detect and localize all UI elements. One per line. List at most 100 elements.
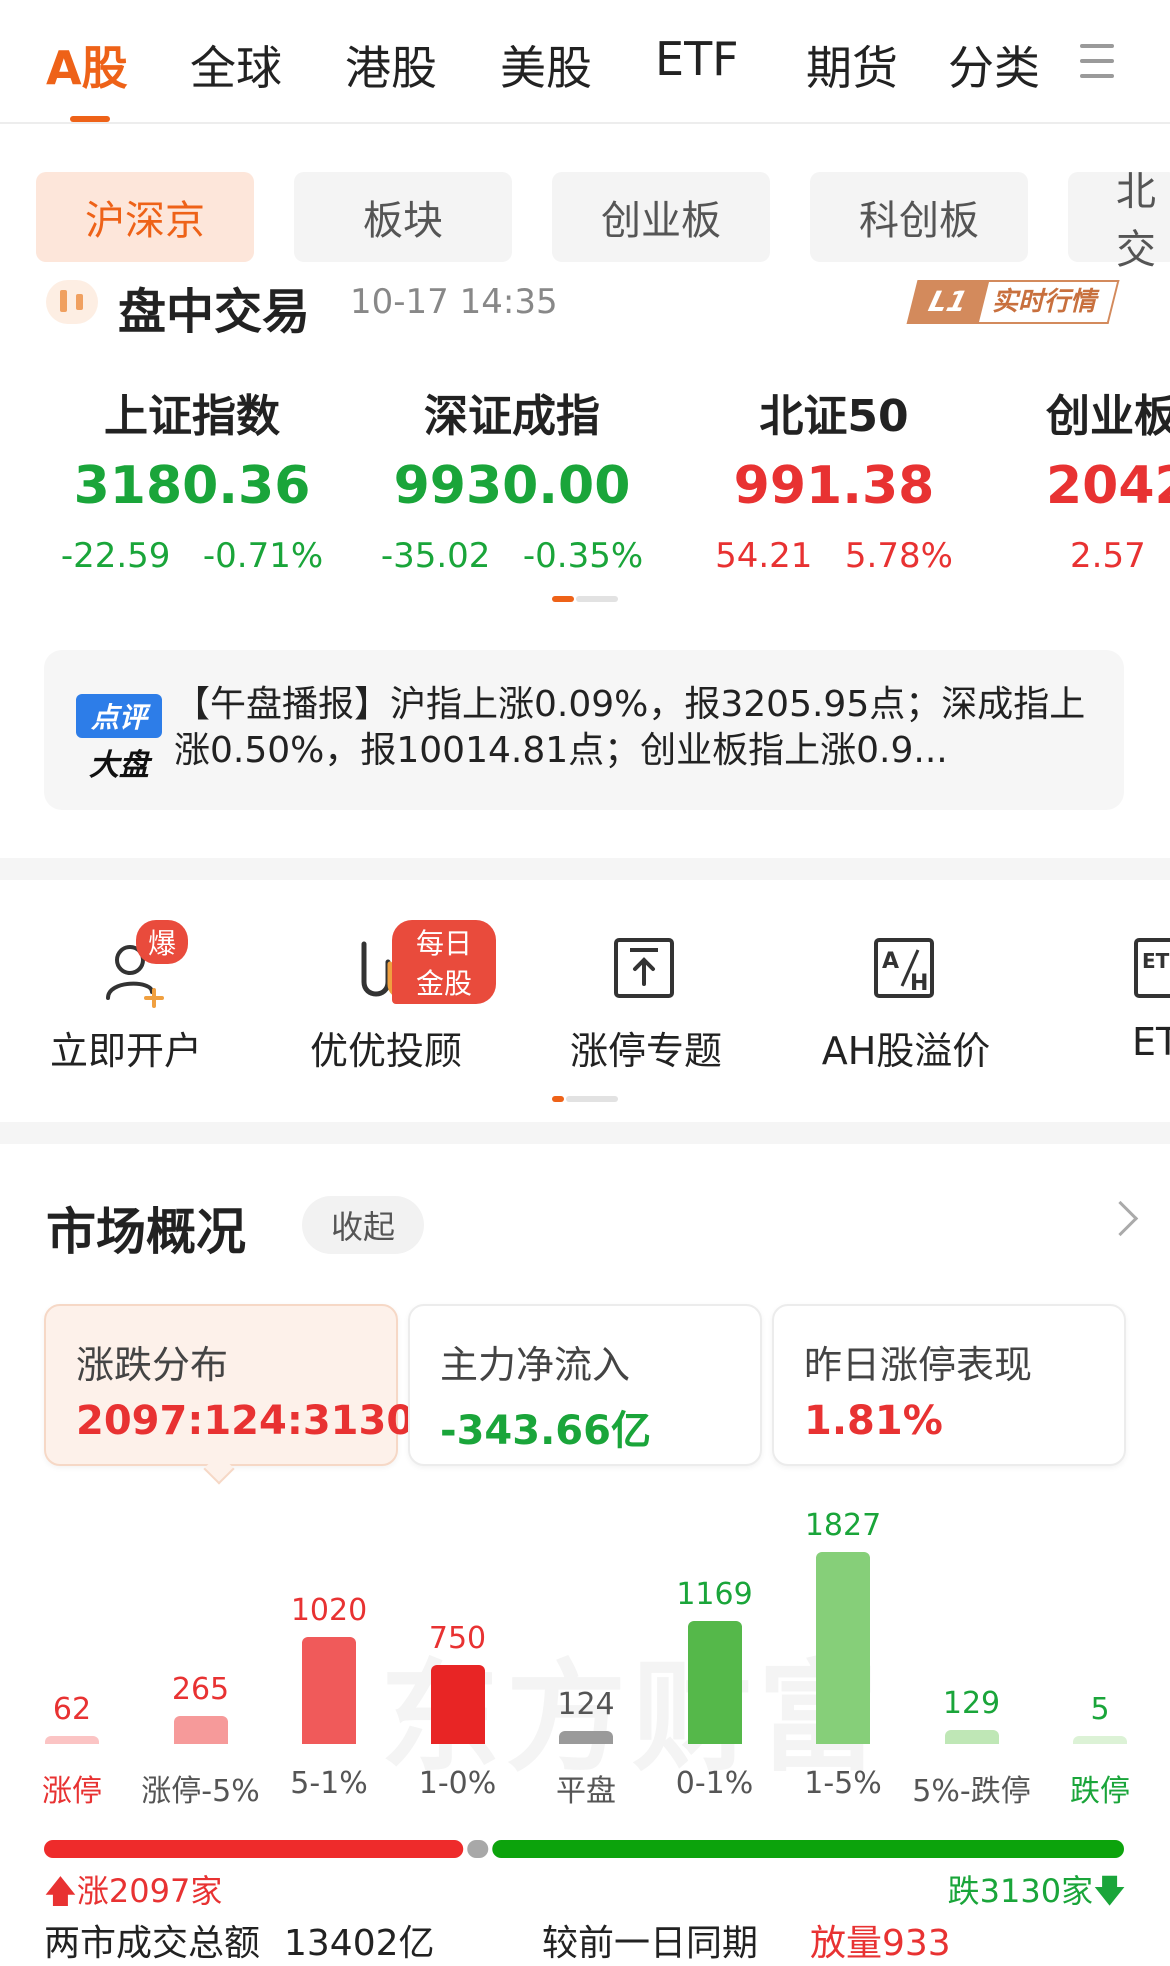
bar-value-label: 750 xyxy=(428,1621,487,1657)
index-card-szse[interactable]: 深证成指 9930.00 -35.02 -0.35% xyxy=(362,380,662,576)
bar-category-label: 涨停-5% xyxy=(141,1774,260,1809)
etf-icon: ET xyxy=(1134,938,1170,998)
tab-etf[interactable]: ETF xyxy=(655,32,739,86)
bar-value-label: 1020 xyxy=(290,1592,368,1628)
shortcut-page-dot-active xyxy=(552,1096,564,1102)
bar-category-label: 1-5% xyxy=(804,1766,882,1801)
compare-label: 较前一日同期 xyxy=(542,1923,759,1964)
bar-2 xyxy=(302,1636,356,1744)
realtime-label: 实时行情 xyxy=(974,280,1120,324)
shortcut-etf[interactable]: ET ET xyxy=(1120,920,1170,1064)
shortcut-label: 立即开户 xyxy=(49,1029,202,1073)
bar-category-label: 5%-跌停 xyxy=(912,1774,1031,1809)
tab-futures[interactable]: 期货 xyxy=(806,32,898,98)
bar-0 xyxy=(45,1736,99,1744)
shortcut-advisor[interactable]: 每日金股 优优投顾 xyxy=(276,920,496,1075)
rise-segment xyxy=(44,1840,464,1858)
tab-us-shares[interactable]: 美股 xyxy=(500,32,592,98)
index-name: 创业板 xyxy=(1046,391,1170,442)
svg-text:ET: ET xyxy=(1142,949,1170,973)
tab-global[interactable]: 全球 xyxy=(190,32,282,98)
menu-icon[interactable] xyxy=(1080,44,1114,89)
card-title: 昨日涨停表现 xyxy=(804,1343,1033,1387)
fall-count: 跌3130家🡇 xyxy=(947,1872,1126,1910)
fall-segment xyxy=(492,1840,1124,1858)
l1-realtime-badge[interactable]: L1 实时行情 xyxy=(906,280,1122,324)
section-divider xyxy=(0,858,1170,880)
subtab-sectors[interactable]: 板块 xyxy=(294,172,512,262)
bar-value-label: 5 xyxy=(1090,1692,1110,1727)
card-value: -343.66亿 xyxy=(440,1408,651,1454)
arrow-up-icon: 🡅 xyxy=(44,1872,77,1910)
bar-category-label: 0-1% xyxy=(675,1766,754,1801)
bar-value-label: 1827 xyxy=(804,1508,882,1543)
bar-category-label: 平盘 xyxy=(556,1774,616,1809)
card-rise-fall-distribution[interactable]: 涨跌分布 2097:124:3130 xyxy=(44,1304,414,1466)
collapse-button[interactable]: 收起 xyxy=(302,1196,424,1254)
compare-value: 放量933 xyxy=(810,1923,951,1964)
section-divider xyxy=(0,1122,1170,1144)
news-text: 【午盘播报】沪指上涨0.09%，报3205.95点；深成指上涨0.50%，报10… xyxy=(174,684,1086,771)
carousel-dot xyxy=(576,596,618,602)
index-change: 54.21 5.78% xyxy=(715,536,953,576)
bar-category-label: 涨停 xyxy=(42,1774,102,1809)
index-card-bse50[interactable]: 北证50 991.38 54.21 5.78% xyxy=(684,380,984,576)
bar-value-label: 129 xyxy=(942,1686,1001,1722)
bar-value-label: 124 xyxy=(557,1686,615,1722)
shortcut-label: 优优投顾 xyxy=(309,1029,462,1073)
index-value: 2042 xyxy=(1046,456,1170,516)
top-tab-bar: A股 全球 港股 美股 ETF 期货 分类 xyxy=(0,0,1170,124)
index-name: 北证50 xyxy=(759,391,909,442)
bar-value-label: 1169 xyxy=(676,1577,753,1613)
bar-category-label: 跌停 xyxy=(1070,1774,1130,1809)
card-title: 主力净流入 xyxy=(440,1343,631,1387)
subtab-star-market[interactable]: 科创板 xyxy=(810,172,1028,262)
market-comment-logo: 点评 大盘 xyxy=(76,694,162,784)
index-change: -35.02 -0.35% xyxy=(380,536,644,576)
card-main-net-inflow[interactable]: 主力净流入 -343.66亿 xyxy=(408,1304,762,1466)
shortcut-ah-premium[interactable]: A H AH股溢价 xyxy=(796,920,1016,1075)
active-tab-indicator xyxy=(70,116,110,122)
tab-category[interactable]: 分类 xyxy=(948,32,1040,98)
index-value: 3180.36 xyxy=(73,456,311,516)
subtab-chinext[interactable]: 创业板 xyxy=(552,172,770,262)
shortcut-open-account[interactable]: 爆 立即开户 xyxy=(16,920,236,1075)
arrow-down-icon: 🡇 xyxy=(1093,1872,1126,1910)
subtab-bse[interactable]: 北交 xyxy=(1068,169,1170,273)
bar-4 xyxy=(559,1730,613,1744)
bar-category-label: 5-1% xyxy=(290,1766,368,1801)
rise-fall-ratio-bar xyxy=(44,1840,1124,1858)
bar-8 xyxy=(1073,1736,1127,1744)
tab-a-shares[interactable]: A股 xyxy=(46,32,128,98)
bar-value-label: 265 xyxy=(171,1672,230,1708)
bar-value-label: 62 xyxy=(52,1692,92,1727)
market-news-card[interactable]: 点评 大盘 【午盘播报】沪指上涨0.09%，报3205.95点；深成指上涨0.5… xyxy=(44,650,1124,810)
turnover-value: 13402亿 xyxy=(284,1923,435,1964)
card-yesterday-limit-up[interactable]: 昨日涨停表现 1.81% xyxy=(772,1304,1126,1466)
card-value: 1.81% xyxy=(804,1398,943,1444)
index-card-chinext[interactable]: 创业板 2042 2.57 xyxy=(1046,380,1170,576)
index-value: 991.38 xyxy=(733,456,935,516)
tab-hk-shares[interactable]: 港股 xyxy=(345,32,437,98)
shortcut-label: AH股溢价 xyxy=(821,1029,991,1073)
bar-3 xyxy=(430,1665,485,1744)
subtab-hushenjing[interactable]: 沪深京 xyxy=(36,172,254,262)
index-card-sse[interactable]: 上证指数 3180.36 -22.59 -0.71% xyxy=(42,380,342,576)
flat-segment xyxy=(467,1840,489,1858)
index-change: 2.57 xyxy=(1070,536,1146,576)
bar-7 xyxy=(944,1730,999,1744)
ah-premium-icon: A H xyxy=(874,938,934,998)
shortcut-label: ET xyxy=(1132,1020,1170,1064)
shortcut-page-dot xyxy=(566,1096,618,1102)
card-value: 2097:124:3130 xyxy=(76,1398,415,1444)
shortcut-limit-up[interactable]: 涨停专题 xyxy=(536,920,756,1075)
candlestick-icon xyxy=(46,280,98,324)
trading-time: 10-17 14:35 xyxy=(350,282,558,322)
index-name: 深证成指 xyxy=(424,391,600,442)
market-overview-title: 市场概况 xyxy=(46,1203,246,1261)
hot-badge: 爆 xyxy=(136,920,189,964)
bar-category-label: 1-0% xyxy=(418,1766,497,1801)
bar-5 xyxy=(687,1621,742,1744)
trading-status-title: 盘中交易 xyxy=(118,284,311,340)
chevron-right-icon[interactable] xyxy=(1102,1200,1139,1237)
